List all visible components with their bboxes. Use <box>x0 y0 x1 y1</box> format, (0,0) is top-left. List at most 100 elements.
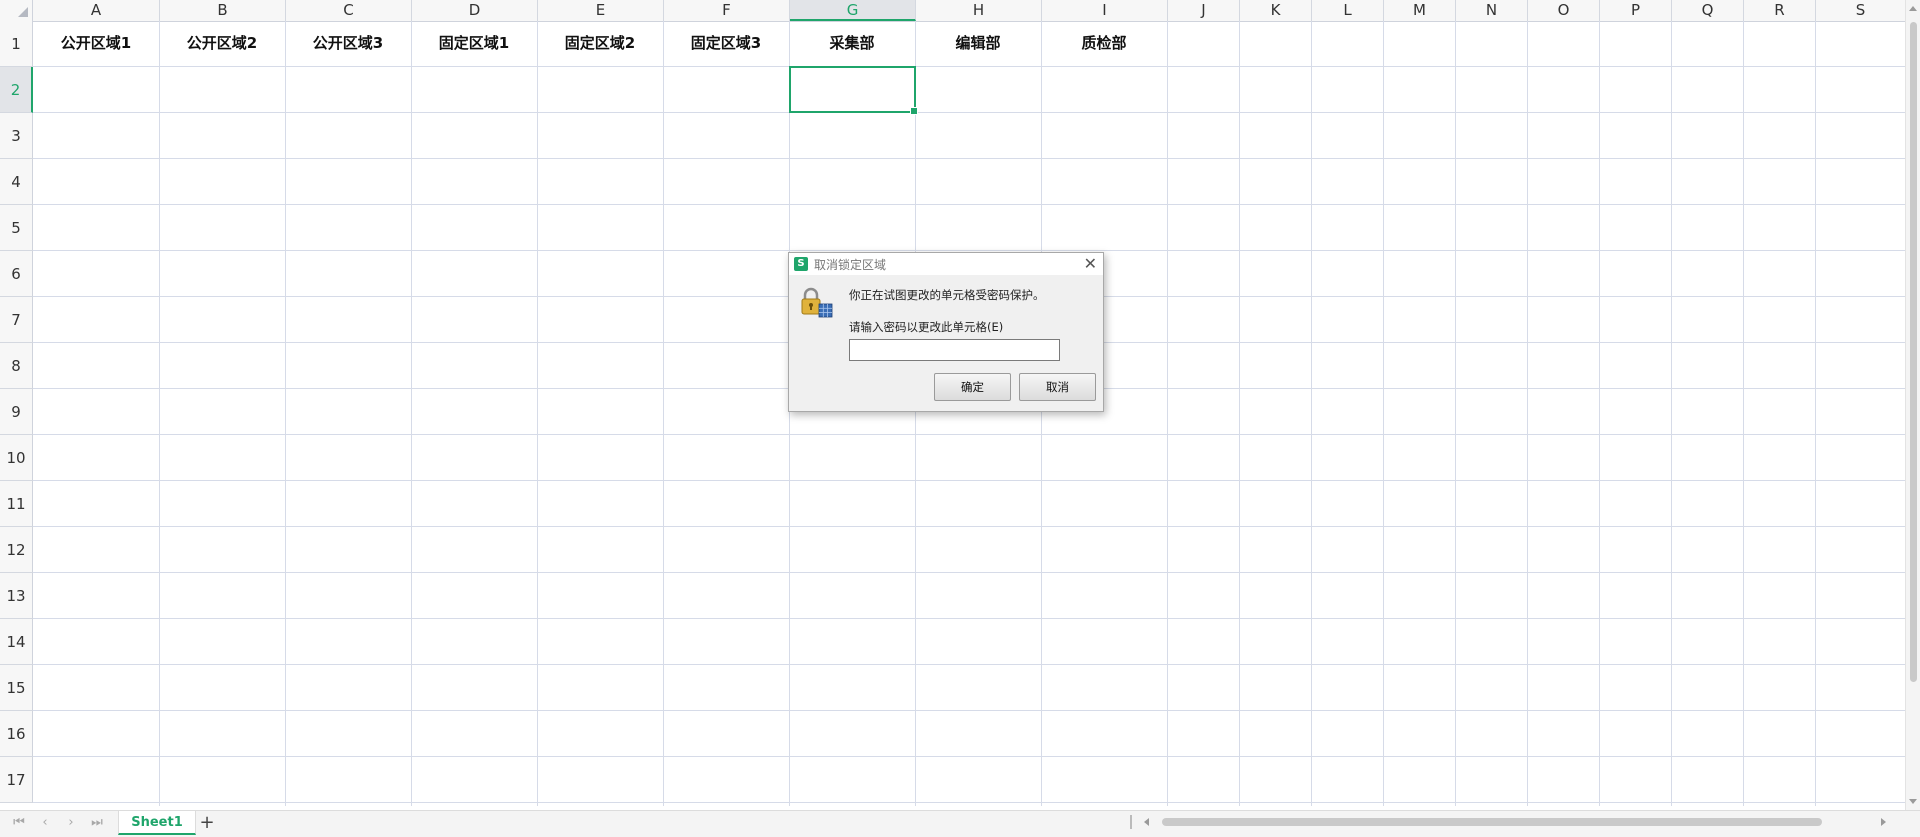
column-header-bar: A B C D E F G H I J K L M N O P Q R S <box>0 0 1905 22</box>
grid-line <box>1041 21 1042 806</box>
row-header-15[interactable]: 15 <box>0 665 33 711</box>
sheet-tab-sheet1[interactable]: Sheet1 <box>118 811 196 835</box>
column-header-j[interactable]: J <box>1168 0 1240 21</box>
grid-line <box>33 434 1905 435</box>
password-input[interactable] <box>849 339 1060 361</box>
grid-line <box>33 250 1905 251</box>
grid-line <box>1815 21 1816 806</box>
column-header-o[interactable]: O <box>1528 0 1600 21</box>
grid-line <box>33 158 1905 159</box>
column-header-d[interactable]: D <box>412 0 538 21</box>
cell-grid[interactable]: 公开区域1 公开区域2 公开区域3 固定区域1 固定区域2 固定区域3 采集部 … <box>33 21 1905 806</box>
scroll-right-arrow-icon[interactable] <box>1881 818 1886 826</box>
dialog-title: 取消锁定区域 <box>814 258 887 272</box>
plus-icon[interactable]: + <box>196 812 218 834</box>
grid-line <box>411 21 412 806</box>
row-header-7[interactable]: 7 <box>0 297 33 343</box>
row-header-5[interactable]: 5 <box>0 205 33 251</box>
column-header-g[interactable]: G <box>790 0 916 21</box>
scroll-left-arrow-icon[interactable] <box>1144 818 1149 826</box>
cell-b1[interactable]: 公开区域2 <box>159 21 285 66</box>
grid-line <box>1671 21 1672 806</box>
column-header-l[interactable]: L <box>1312 0 1384 21</box>
unlock-range-dialog: S 取消锁定区域 ✕ 你正在试图更改的单元格受密码保护。 请输入密码以更改此单元… <box>788 252 1104 412</box>
cell-e1[interactable]: 固定区域2 <box>537 21 663 66</box>
horizontal-scrollbar[interactable] <box>1130 815 1890 829</box>
first-sheet-icon[interactable]: ⏮ <box>10 815 28 831</box>
row-header-14[interactable]: 14 <box>0 619 33 665</box>
row-header-17[interactable]: 17 <box>0 757 33 803</box>
next-sheet-icon[interactable]: › <box>62 815 80 831</box>
fill-handle[interactable] <box>910 107 918 115</box>
grid-line <box>1527 21 1528 806</box>
horizontal-scroll-thumb[interactable] <box>1162 818 1822 826</box>
column-header-b[interactable]: B <box>160 0 286 21</box>
grid-line <box>285 21 286 806</box>
cancel-button[interactable]: 取消 <box>1019 373 1096 401</box>
cell-i1[interactable]: 质检部 <box>1041 21 1167 66</box>
column-header-c[interactable]: C <box>286 0 412 21</box>
active-cell-g2[interactable] <box>789 66 918 115</box>
row-header-3[interactable]: 3 <box>0 113 33 159</box>
select-all-triangle-icon <box>18 7 28 17</box>
cell-f1[interactable]: 固定区域3 <box>663 21 789 66</box>
vertical-scroll-thumb[interactable] <box>1910 22 1917 682</box>
column-header-f[interactable]: F <box>664 0 790 21</box>
column-header-q[interactable]: Q <box>1672 0 1744 21</box>
grid-line <box>915 21 916 806</box>
grid-line <box>537 21 538 806</box>
close-icon[interactable]: ✕ <box>1084 253 1097 275</box>
last-sheet-icon[interactable]: ⏭ <box>88 815 106 831</box>
column-header-k[interactable]: K <box>1240 0 1312 21</box>
row-header-12[interactable]: 12 <box>0 527 33 573</box>
row-header-13[interactable]: 13 <box>0 573 33 619</box>
dialog-message: 你正在试图更改的单元格受密码保护。 <box>849 288 1045 302</box>
row-header-8[interactable]: 8 <box>0 343 33 389</box>
grid-line <box>33 664 1905 665</box>
grid-line <box>1239 21 1240 806</box>
scroll-down-arrow-icon[interactable] <box>1909 799 1917 804</box>
grid-line <box>33 710 1905 711</box>
column-header-p[interactable]: P <box>1600 0 1672 21</box>
grid-line <box>1167 21 1168 806</box>
dialog-titlebar[interactable]: S 取消锁定区域 ✕ <box>789 253 1103 275</box>
column-header-s[interactable]: S <box>1816 0 1905 21</box>
scroll-separator[interactable] <box>1130 815 1132 829</box>
grid-line <box>789 21 790 806</box>
app-logo-icon: S <box>794 257 808 271</box>
column-header-m[interactable]: M <box>1384 0 1456 21</box>
grid-line <box>1599 21 1600 806</box>
select-all-corner[interactable] <box>0 0 33 21</box>
cell-h1[interactable]: 编辑部 <box>915 21 1041 66</box>
grid-line <box>33 756 1905 757</box>
vertical-scrollbar[interactable] <box>1905 0 1920 810</box>
row-header-16[interactable]: 16 <box>0 711 33 757</box>
cell-d1[interactable]: 固定区域1 <box>411 21 537 66</box>
cell-a1[interactable]: 公开区域1 <box>33 21 159 66</box>
password-prompt-label: 请输入密码以更改此单元格(E) <box>849 320 1004 334</box>
cell-c1[interactable]: 公开区域3 <box>285 21 411 66</box>
grid-line <box>33 572 1905 573</box>
row-header-6[interactable]: 6 <box>0 251 33 297</box>
column-header-r[interactable]: R <box>1744 0 1816 21</box>
row-header-1[interactable]: 1 <box>0 21 33 67</box>
cell-g1[interactable]: 采集部 <box>789 21 915 66</box>
column-header-i[interactable]: I <box>1042 0 1168 21</box>
row-header-11[interactable]: 11 <box>0 481 33 527</box>
row-header-4[interactable]: 4 <box>0 159 33 205</box>
ok-button[interactable]: 确定 <box>934 373 1011 401</box>
row-header-2[interactable]: 2 <box>0 67 33 113</box>
column-header-e[interactable]: E <box>538 0 664 21</box>
column-header-h[interactable]: H <box>916 0 1042 21</box>
column-header-a[interactable]: A <box>33 0 160 21</box>
row-header-10[interactable]: 10 <box>0 435 33 481</box>
grid-line <box>159 21 160 806</box>
grid-line <box>33 526 1905 527</box>
grid-line <box>33 480 1905 481</box>
grid-line <box>1743 21 1744 806</box>
scroll-up-arrow-icon[interactable] <box>1909 6 1917 11</box>
grid-line <box>1455 21 1456 806</box>
column-header-n[interactable]: N <box>1456 0 1528 21</box>
prev-sheet-icon[interactable]: ‹ <box>36 815 54 831</box>
row-header-9[interactable]: 9 <box>0 389 33 435</box>
